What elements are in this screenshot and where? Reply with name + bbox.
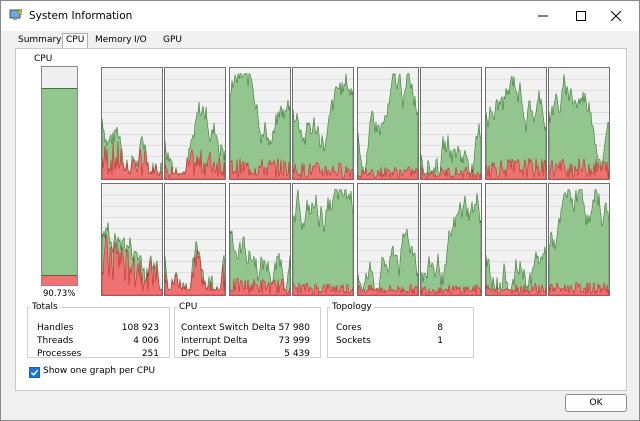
totals-threads-value: 4 006 xyxy=(133,336,159,346)
cpu-core-graph xyxy=(164,183,226,296)
title-bar[interactable]: System Information xyxy=(1,1,639,31)
cpu-core-graph xyxy=(548,67,610,180)
maximize-icon xyxy=(576,11,586,21)
cpu-core-graph xyxy=(229,183,291,296)
system-information-window: System Information Summary CPU Memory I/… xyxy=(0,0,640,421)
totals-handles-label: Handles xyxy=(37,323,74,333)
cpu-core-graph xyxy=(357,67,419,180)
show-one-graph-per-cpu-checkbox[interactable] xyxy=(29,367,40,378)
cpu-tab-panel: CPU 90.73% Totals Handles 108 923 Thread… xyxy=(15,48,627,391)
cpu-core-graph xyxy=(485,183,547,296)
context-switch-delta-value: 57 980 xyxy=(278,323,311,333)
cpu-core-graph xyxy=(420,183,482,296)
close-icon xyxy=(611,11,621,21)
cpu-kernel-area xyxy=(165,249,225,295)
interrupt-delta-label: Interrupt Delta xyxy=(181,336,248,346)
cpu-core-group xyxy=(229,67,355,297)
tab-summary[interactable]: Summary xyxy=(15,34,65,48)
close-button[interactable] xyxy=(601,6,631,26)
checkmark-icon xyxy=(30,369,39,376)
cpu-core-graph xyxy=(101,67,163,180)
window-title: System Information xyxy=(29,10,133,22)
topology-cores-label: Cores xyxy=(336,323,362,333)
totals-processes-label: Processes xyxy=(37,349,82,359)
cpu-usage-meter xyxy=(41,66,78,286)
totals-group: Totals Handles 108 923 Threads 4 006 Pro… xyxy=(27,302,170,359)
minimize-icon xyxy=(538,15,548,17)
cpu-core-graph xyxy=(292,67,354,180)
cpu-core-group xyxy=(357,67,483,297)
tab-io[interactable]: I/O xyxy=(131,34,150,48)
cpu-total-area xyxy=(293,189,353,295)
ok-button[interactable]: OK xyxy=(565,394,627,412)
context-switch-delta-label: Context Switch Delta xyxy=(181,323,276,333)
dpc-delta-label: DPC Delta xyxy=(181,349,227,359)
cpu-meter-label: CPU xyxy=(34,54,53,64)
totals-title: Totals xyxy=(32,302,58,312)
cpu-core-graph xyxy=(164,67,226,180)
topology-group: Topology Cores 8 Sockets 1 xyxy=(327,302,474,358)
topology-title: Topology xyxy=(332,302,372,312)
totals-processes-value: 251 xyxy=(141,349,159,359)
cpu-core-group xyxy=(101,67,227,297)
topology-sockets-label: Sockets xyxy=(336,336,371,346)
cpu-core-group xyxy=(485,67,611,297)
minimize-button[interactable] xyxy=(528,6,558,26)
cpu-stats-group: CPU Context Switch Delta 57 980 Interrup… xyxy=(174,302,321,359)
system-information-app-icon xyxy=(9,8,23,22)
tab-cpu[interactable]: CPU xyxy=(62,33,89,49)
tab-gpu[interactable]: GPU xyxy=(160,34,185,48)
cpu-total-area xyxy=(358,72,418,179)
totals-handles-value: 108 923 xyxy=(121,323,159,333)
maximize-button[interactable] xyxy=(566,6,596,26)
topology-sockets-value: 1 xyxy=(437,336,443,346)
cpu-core-graph xyxy=(548,183,610,296)
cpu-core-graph xyxy=(420,67,482,180)
cpu-core-graph xyxy=(485,67,547,180)
cpu-kernel-fill xyxy=(42,275,77,285)
interrupt-delta-value: 73 999 xyxy=(278,336,311,346)
totals-threads-label: Threads xyxy=(37,336,74,346)
per-cpu-graphs xyxy=(101,67,612,297)
topology-cores-value: 8 xyxy=(437,323,443,333)
show-one-graph-per-cpu-label[interactable]: Show one graph per CPU xyxy=(43,366,155,376)
cpu-core-graph xyxy=(101,183,163,296)
tab-memory[interactable]: Memory xyxy=(92,34,135,48)
cpu-stats-title: CPU xyxy=(179,302,198,312)
cpu-total-area xyxy=(421,193,481,295)
cpu-core-graph xyxy=(292,183,354,296)
cpu-usage-percent: 90.73% xyxy=(43,289,76,299)
dpc-delta-value: 5 439 xyxy=(284,349,310,359)
cpu-usage-fill xyxy=(42,88,77,285)
cpu-core-graph xyxy=(229,67,291,180)
cpu-total-area xyxy=(549,189,609,295)
cpu-core-graph xyxy=(357,183,419,296)
